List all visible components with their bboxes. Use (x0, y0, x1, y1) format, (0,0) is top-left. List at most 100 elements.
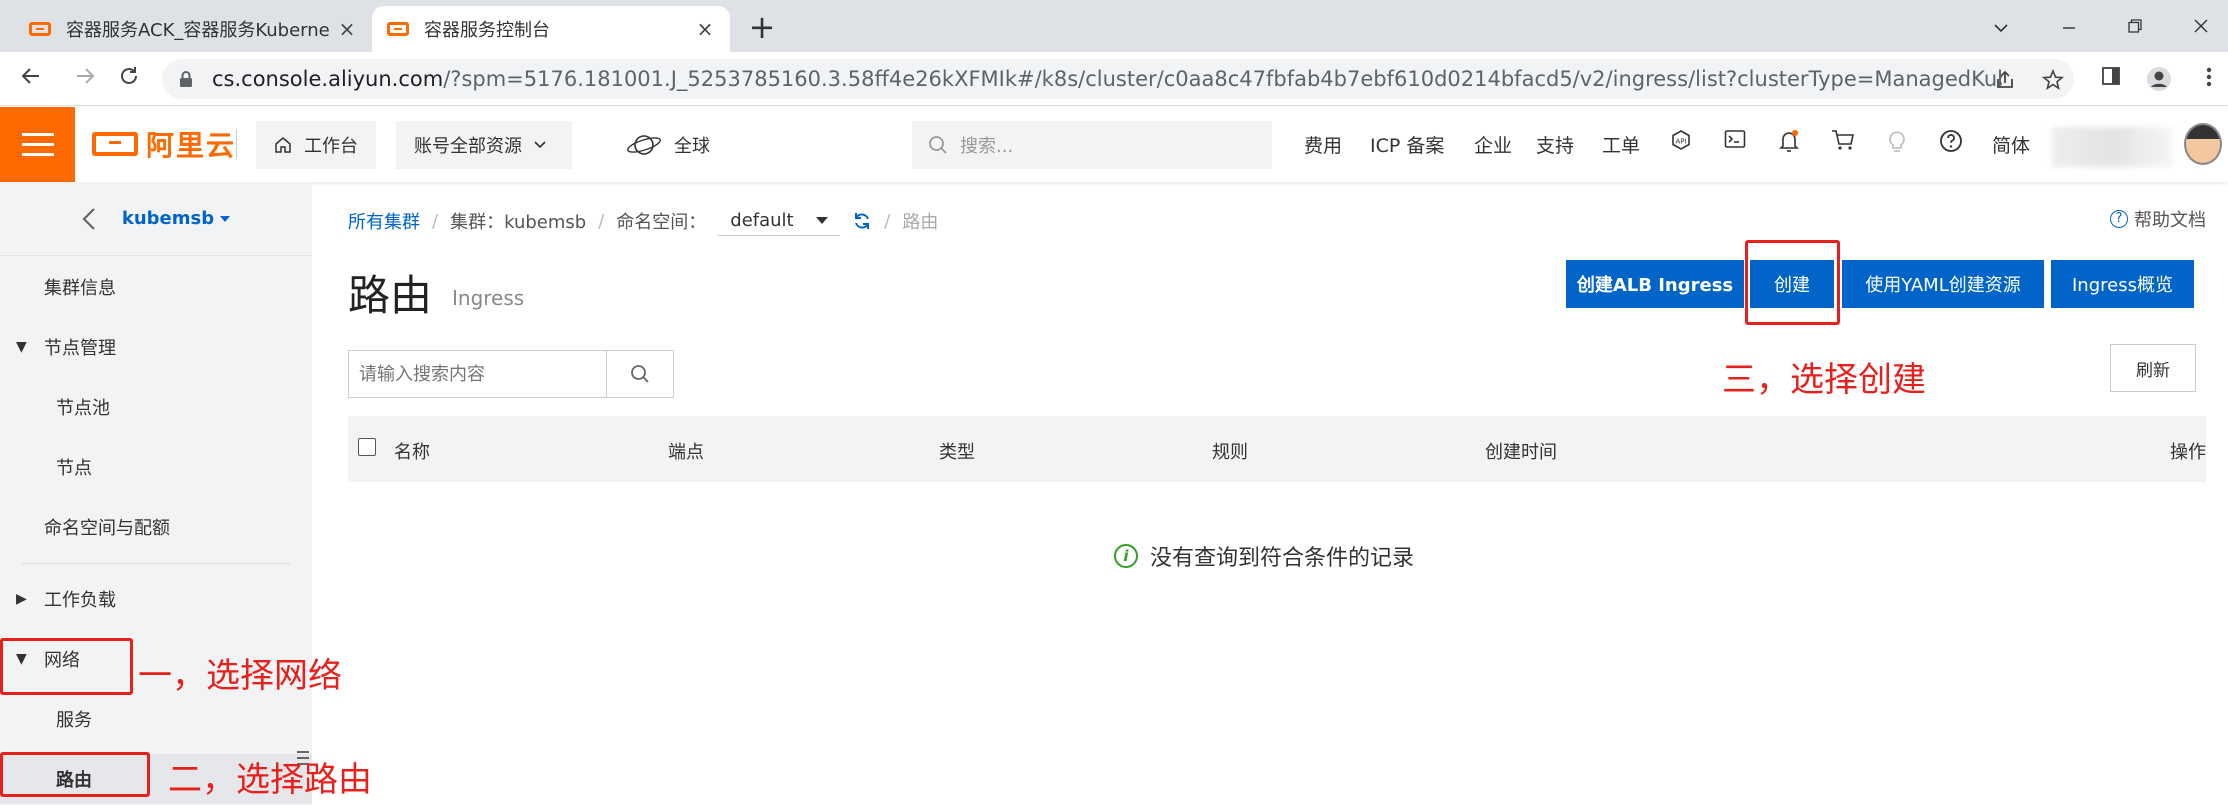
lightbulb-icon[interactable] (1882, 129, 1912, 159)
nav-link-enterprise[interactable]: 企业 (1474, 131, 1512, 158)
caret-right-icon: ▶ (16, 591, 27, 607)
help-doc-link[interactable]: ? 帮助文档 (2110, 206, 2206, 232)
caret-down-icon: ▼ (16, 339, 27, 355)
breadcrumb-separator: / (432, 210, 439, 232)
create-alb-ingress-button[interactable]: 创建ALB Ingress (1566, 260, 1744, 308)
search-button[interactable] (606, 351, 673, 397)
tab-close-icon[interactable]: × (336, 17, 358, 41)
caret-down-icon (816, 217, 829, 224)
cluster-name: kubemsb (121, 208, 215, 229)
empty-state: i 没有查询到符合条件的记录 (1114, 540, 1414, 572)
restore-icon[interactable] (2110, 8, 2160, 44)
breadcrumb-separator: / (598, 210, 605, 232)
nav-link-icp[interactable]: ICP 备案 (1370, 131, 1444, 158)
ingress-search (348, 350, 674, 398)
bookmark-star-icon[interactable] (2041, 68, 2065, 96)
sidebar-item-cluster-info[interactable]: 集群信息 (0, 262, 312, 312)
column-header-actions: 操作 (2170, 442, 2206, 463)
sidebar-item-node-pools[interactable]: 节点池 (0, 382, 312, 432)
breadcrumb: 所有集群 / 集群：kubemsb / 命名空间： default / 路由 (348, 206, 938, 236)
info-icon: i (1114, 544, 1138, 568)
column-header-name[interactable]: 名称 (394, 438, 430, 464)
cart-icon[interactable] (1828, 129, 1858, 157)
search-icon (631, 365, 649, 383)
annotation-step1: 一，选择网络 (138, 656, 342, 696)
divider (22, 563, 290, 564)
table-header: 名称 端点 类型 规则 创建时间 操作 (348, 416, 2206, 482)
nav-link-support[interactable]: 支持 (1536, 131, 1574, 158)
global-search-input[interactable]: 搜索... (912, 121, 1272, 169)
url-omnibox[interactable]: cs.console.aliyun.com/?spm=5176.181001.J… (162, 59, 2074, 99)
share-icon[interactable] (1994, 69, 2016, 96)
terminal-icon[interactable] (1720, 129, 1750, 155)
annotation-step3: 三，选择创建 (1722, 360, 1926, 400)
sidebar-item-workloads[interactable]: ▶ 工作负载 (0, 574, 312, 624)
search-input[interactable] (349, 351, 607, 397)
api-icon[interactable]: API (1666, 129, 1696, 157)
help-circle-icon[interactable] (1936, 129, 1966, 159)
sidebar-item-nodes[interactable]: 节点 (0, 442, 312, 492)
create-from-yaml-button[interactable]: 使用YAML创建资源 (1842, 260, 2044, 308)
home-icon (275, 137, 291, 153)
tab-close-icon[interactable]: × (694, 17, 716, 41)
annotation-box-network (0, 638, 133, 695)
breadcrumb-all-clusters[interactable]: 所有集群 (348, 208, 420, 234)
reload-icon[interactable] (114, 64, 144, 94)
blurred-account-name (2052, 127, 2172, 167)
back-arrow-icon[interactable] (16, 64, 46, 94)
aliyun-logo-icon (92, 132, 138, 156)
close-window-icon[interactable] (2176, 8, 2226, 44)
page-title: 路由 (348, 271, 433, 320)
language-selector[interactable]: 简体 (1992, 131, 2030, 158)
sidebar-item-node-management[interactable]: ▼ 节点管理 (0, 322, 312, 372)
sidebar-item-namespaces[interactable]: 命名空间与配额 (0, 502, 312, 552)
side-panel-icon[interactable] (2096, 66, 2126, 92)
aliyun-favicon-icon (386, 20, 410, 38)
globe-icon (627, 135, 661, 155)
breadcrumb-current: 路由 (902, 212, 939, 233)
aliyun-favicon-icon (28, 20, 52, 38)
ingress-overview-button[interactable]: Ingress概览 (2051, 260, 2194, 308)
hamburger-menu-icon[interactable] (0, 107, 75, 182)
minimize-icon[interactable] (2044, 8, 2094, 44)
namespace-select[interactable]: default (718, 206, 841, 236)
empty-state-text: 没有查询到符合条件的记录 (1150, 546, 1415, 571)
annotation-step2: 二，选择路由 (168, 760, 372, 800)
chevron-left-icon[interactable] (82, 207, 96, 231)
nav-link-billing[interactable]: 费用 (1304, 131, 1342, 158)
help-icon: ? (2110, 210, 2128, 228)
divider (236, 129, 237, 159)
caret-down-icon (220, 215, 231, 222)
more-menu-icon[interactable] (2194, 66, 2224, 94)
tab-title: 容器服务控制台 (424, 20, 550, 41)
new-tab-button[interactable]: + (742, 8, 782, 48)
browser-tab-console[interactable]: 容器服务控制台 × (372, 6, 730, 52)
select-all-checkbox[interactable] (358, 438, 376, 456)
aliyun-logo[interactable]: 阿里云 (92, 125, 236, 163)
nav-link-ticket[interactable]: 工单 (1602, 131, 1640, 158)
column-header-type: 类型 (939, 442, 975, 463)
page-subtitle: Ingress (452, 286, 525, 310)
refresh-button[interactable]: 刷新 (2110, 344, 2196, 392)
column-header-created[interactable]: 创建时间 (1485, 438, 1557, 464)
account-resources-dropdown[interactable]: 账号全部资源 (396, 121, 572, 169)
cluster-switcher[interactable]: kubemsb (0, 182, 312, 256)
user-avatar[interactable] (2184, 123, 2222, 165)
namespace-label: 命名空间： (616, 212, 707, 233)
tab-title: 容器服务ACK_容器服务Kuberne (66, 20, 330, 41)
region-selector[interactable]: 全球 (626, 121, 710, 169)
refresh-namespace-icon[interactable] (852, 211, 872, 231)
cluster-sidebar: kubemsb 集群信息 ▼ 节点管理 节点池 节点 命名空间与配额 ▶ 工作负… (0, 182, 312, 805)
svg-text:API: API (1675, 138, 1686, 146)
browser-tab-ack[interactable]: 容器服务ACK_容器服务Kuberne × (14, 6, 372, 52)
forward-arrow-icon[interactable] (70, 64, 100, 94)
annotation-box-ingress (0, 752, 150, 797)
breadcrumb-separator: / (884, 210, 891, 232)
sidebar-item-services[interactable]: 服务 (0, 694, 312, 744)
profile-icon[interactable] (2144, 66, 2174, 98)
bell-icon[interactable] (1774, 129, 1804, 159)
chevron-down-icon (534, 141, 546, 149)
workbench-button[interactable]: 工作台 (256, 121, 376, 169)
breadcrumb-cluster: 集群：kubemsb (450, 212, 587, 233)
tab-search-icon[interactable] (1976, 8, 2026, 44)
